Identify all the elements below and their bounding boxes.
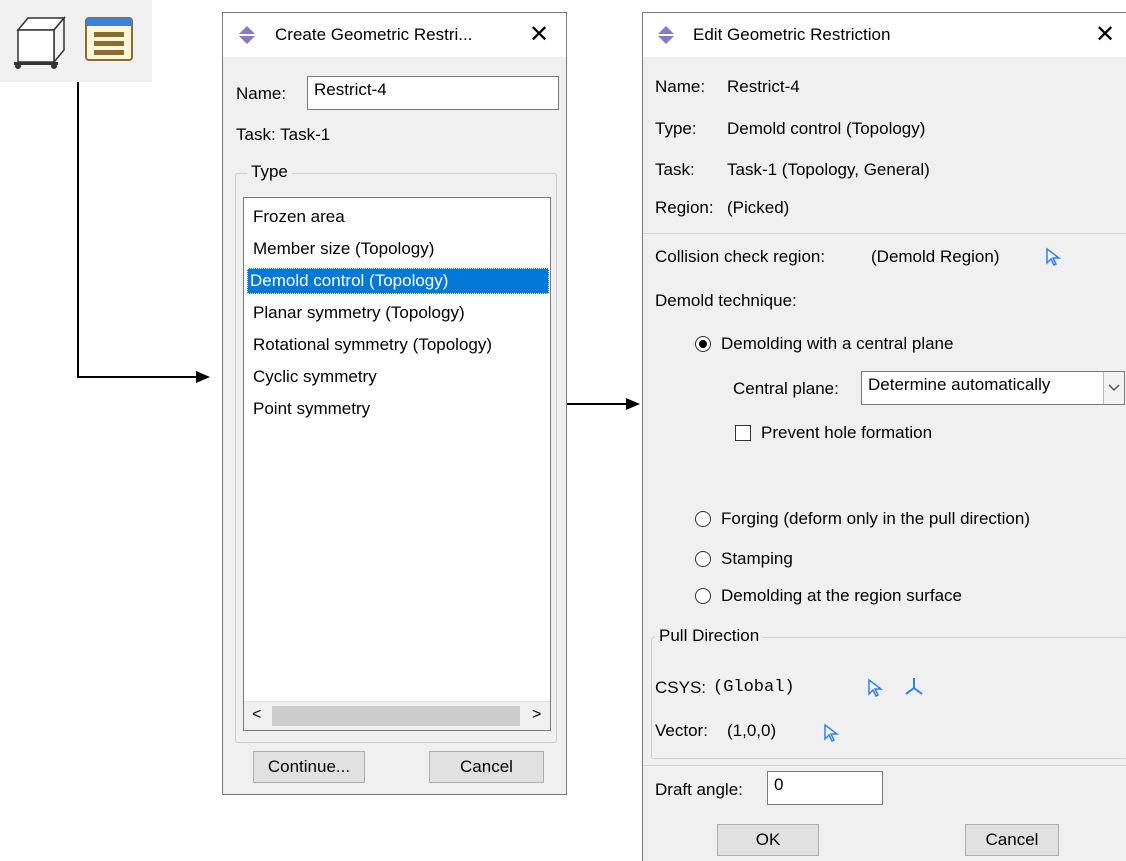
- pull-direction-legend: Pull Direction: [655, 626, 764, 646]
- close-icon[interactable]: ✕: [1095, 19, 1115, 49]
- chevron-down-icon[interactable]: [1103, 372, 1124, 404]
- draft-angle-label: Draft angle:: [655, 780, 743, 799]
- name-label: Name:: [655, 77, 706, 96]
- list-item[interactable]: Point symmetry: [250, 396, 373, 422]
- cancel-button[interactable]: Cancel: [965, 824, 1059, 856]
- name-input-value: Restrict-4: [314, 80, 387, 99]
- list-item[interactable]: Frozen area: [250, 204, 348, 230]
- type-legend: Type: [247, 162, 292, 182]
- scrollbar-thumb[interactable]: [272, 706, 520, 726]
- list-item[interactable]: Rotational symmetry (Topology): [250, 332, 495, 358]
- csys-value: (Global): [713, 678, 795, 697]
- ok-button[interactable]: OK: [717, 824, 819, 856]
- create-restriction-dialog: Create Geometric Restri... ✕ Name: Restr…: [222, 12, 567, 795]
- vector-label: Vector:: [655, 721, 708, 740]
- radio-central-plane-label[interactable]: Demolding with a central plane: [721, 334, 953, 354]
- prevent-hole-label[interactable]: Prevent hole formation: [761, 423, 932, 443]
- continue-button[interactable]: Continue...: [253, 751, 365, 783]
- name-label: Name:: [236, 84, 287, 103]
- scroll-right-icon[interactable]: >: [532, 706, 541, 724]
- scroll-left-icon[interactable]: <: [252, 706, 261, 724]
- task-label: Task:: [655, 160, 695, 179]
- csys-axes-icon[interactable]: [903, 675, 925, 702]
- radio-central-plane[interactable]: [695, 336, 711, 352]
- radio-region-surface[interactable]: [695, 588, 711, 604]
- horizontal-scrollbar[interactable]: < >: [244, 701, 550, 730]
- divider: [643, 233, 1126, 234]
- type-value: Demold control (Topology): [727, 119, 926, 138]
- radio-forging-label[interactable]: Forging (deform only in the pull directi…: [721, 509, 1030, 529]
- region-label: Region:: [655, 198, 714, 217]
- collision-check-value: (Demold Region): [871, 247, 1000, 266]
- prevent-hole-checkbox[interactable]: [735, 425, 751, 441]
- draft-angle-value: 0: [774, 775, 784, 794]
- pick-arrow-icon[interactable]: [867, 678, 884, 703]
- abaqus-diamond-icon: [237, 25, 257, 50]
- vector-value: (1,0,0): [727, 721, 777, 740]
- edit-dialog-titlebar[interactable]: Edit Geometric Restriction ✕: [643, 13, 1126, 57]
- central-plane-value: Determine automatically: [868, 375, 1051, 394]
- radio-forging[interactable]: [695, 511, 711, 527]
- name-value: Restrict-4: [727, 77, 800, 96]
- type-label: Type:: [655, 119, 697, 138]
- edit-dialog-title: Edit Geometric Restriction: [693, 25, 891, 44]
- create-dialog-title: Create Geometric Restri...: [275, 25, 473, 44]
- list-item[interactable]: Cyclic symmetry: [250, 364, 380, 390]
- radio-stamping-label[interactable]: Stamping: [721, 549, 793, 569]
- task-label: Task: Task-1: [236, 125, 331, 144]
- demold-technique-label: Demold technique:: [655, 291, 797, 310]
- radio-stamping[interactable]: [695, 551, 711, 567]
- abaqus-diamond-icon: [656, 25, 676, 50]
- pick-arrow-icon[interactable]: [1045, 247, 1062, 272]
- divider: [643, 765, 1126, 766]
- draft-angle-input[interactable]: 0: [767, 771, 883, 805]
- central-plane-label: Central plane:: [733, 379, 839, 398]
- central-plane-select[interactable]: Determine automatically: [861, 371, 1125, 405]
- close-icon[interactable]: ✕: [529, 19, 549, 49]
- cancel-button[interactable]: Cancel: [429, 751, 544, 783]
- radio-region-surface-label[interactable]: Demolding at the region surface: [721, 586, 962, 606]
- region-value: (Picked): [727, 198, 790, 217]
- list-item[interactable]: Member size (Topology): [250, 236, 437, 262]
- csys-label: CSYS:: [655, 678, 707, 697]
- task-value: Task-1 (Topology, General): [727, 160, 930, 179]
- create-dialog-titlebar[interactable]: Create Geometric Restri... ✕: [223, 13, 566, 57]
- list-item[interactable]: Planar symmetry (Topology): [250, 300, 468, 326]
- pick-arrow-icon[interactable]: [823, 723, 840, 748]
- type-list[interactable]: Frozen area Member size (Topology) Demol…: [243, 197, 551, 731]
- collision-check-label: Collision check region:: [655, 247, 826, 266]
- pull-direction-group: [651, 637, 1126, 759]
- list-item-selected[interactable]: Demold control (Topology): [247, 268, 549, 294]
- edit-restriction-dialog: Edit Geometric Restriction ✕ Name: Restr…: [642, 12, 1126, 861]
- name-input[interactable]: Restrict-4: [307, 76, 559, 110]
